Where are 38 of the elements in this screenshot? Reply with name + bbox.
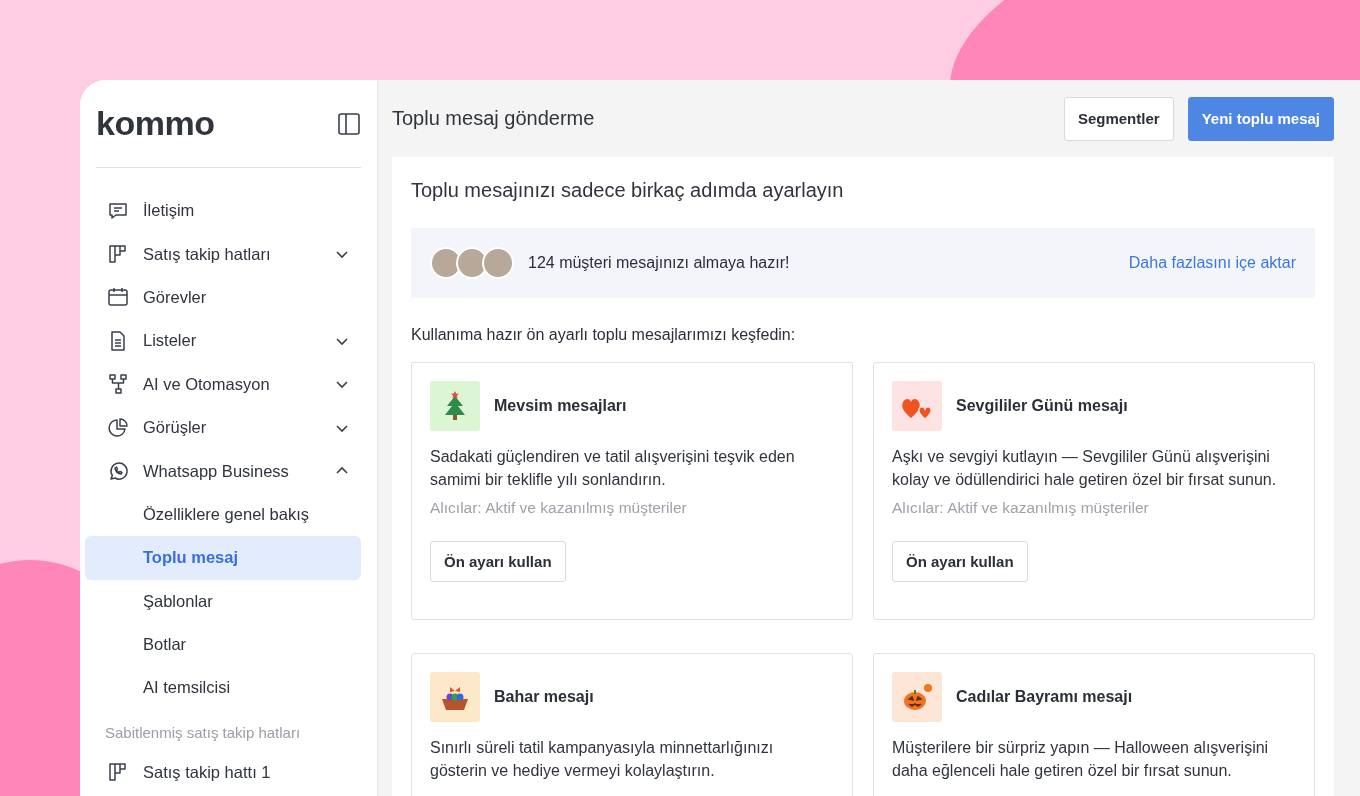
avatar: [482, 247, 514, 279]
card-description: Sınırlı süreli tatil kampanyasıyla minnettarlığınızı gösterin ve hediye vermeyi kolaylaştırın.: [430, 738, 775, 781]
card-description: Aşkı ve sevgiyi kutlayın — Sevgililer Günü alışverişini kolay ve ödüllendirici hale getiren özel bir fırsat sunun.: [892, 447, 1278, 490]
logo: kommo: [96, 104, 215, 143]
sidebar-item[interactable]: Görevler: [85, 275, 361, 320]
segments-button[interactable]: Segmentler: [1063, 96, 1174, 141]
sidebar-toggle-icon[interactable]: [337, 111, 361, 136]
card-title: Cadılar Bayramı mesajı: [956, 688, 1133, 706]
sidebar-subitem[interactable]: Botlar: [85, 622, 361, 667]
setup-title: Toplu mesajınızı sadece birkaç adımda ayarlayın: [411, 179, 845, 202]
recipients-text: Alıcılar: Aktif ve kazanılmış müşteriler: [892, 499, 1150, 517]
use-preset-button[interactable]: Ön ayarı kullan: [430, 541, 566, 582]
sidebar-item[interactable]: Whatsapp Business: [85, 449, 361, 493]
sidebar-subitem[interactable]: Özelliklere genel bakış: [85, 492, 361, 537]
page-title: Toplu mesaj gönderme: [392, 107, 595, 130]
card-title: Sevgililer Günü mesajı: [956, 397, 1128, 415]
recipients-text: Alıcılar: Aktif ve kazanılmış müşteriler: [430, 499, 688, 517]
sidebar-subitem[interactable]: AI temsilcisi: [85, 666, 361, 710]
use-preset-button[interactable]: Ön ayarı kullan: [892, 541, 1028, 582]
sidebar-item[interactable]: Görüşler: [85, 405, 361, 450]
audience-text: 124 müşteri mesajınızı almaya hazır!: [528, 254, 791, 272]
card-title: Bahar mesajı: [494, 688, 594, 706]
sidebar-item[interactable]: AI ve Otomasyon: [85, 362, 361, 406]
presets-heading: Kullanıma hazır ön ayarlı toplu mesajlarımızı keşfedin:: [411, 326, 797, 344]
sidebar-item[interactable]: Satış takip hatları: [85, 232, 361, 276]
card-title: Mevsim mesajları: [494, 397, 627, 415]
sidebar-item[interactable]: Listeler: [85, 319, 361, 363]
card-description: Sadakati güçlendiren ve tatil alışverişini teşvik eden samimi bir teklifle yılı sonlandırın.: [430, 447, 796, 490]
pie-chart-icon: [106, 415, 130, 440]
new-message-button[interactable]: Yeni toplu mesaj: [1187, 96, 1334, 141]
section-heading: Sabitlenmiş satış takip hatları: [104, 722, 302, 743]
sidebar-item[interactable]: İletişim: [85, 189, 361, 233]
sidebar-item[interactable]: Satış takip hattı 1: [85, 750, 361, 795]
card-description: Müşterilere bir sürpriz yapın — Halloween alışverişini daha eğlenceli hale getiren özel bir fırsat sunun.: [892, 738, 1270, 781]
import-more-link[interactable]: Daha fazlasını içe aktar: [1128, 254, 1296, 272]
flowchart-icon: [106, 372, 130, 397]
sidebar-subitem[interactable]: Toplu mesaj: [85, 536, 361, 580]
sidebar-subitem[interactable]: Şablonlar: [85, 579, 361, 623]
